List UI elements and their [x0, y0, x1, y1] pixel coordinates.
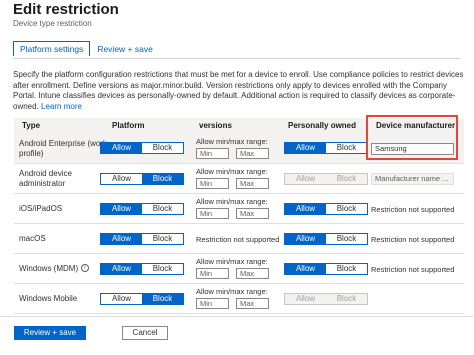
max-version-input[interactable]: Max [236, 208, 269, 219]
platform-toggle[interactable]: Allow Block [100, 203, 184, 215]
cancel-button[interactable]: Cancel [122, 326, 168, 340]
table-row: Windows Mobile Allow Block Allow min/max… [14, 284, 464, 314]
review-save-button[interactable]: Review + save [14, 326, 86, 340]
restriction-not-supported: Restriction not supported [371, 235, 455, 244]
restriction-not-supported: Restriction not supported [196, 235, 280, 244]
platform-toggle[interactable]: Allow Block [100, 142, 184, 154]
min-version-input[interactable]: Min [196, 208, 229, 219]
version-range-label: Allow min/max range: [196, 257, 268, 266]
manufacturer-input: Manufacturer name ... [371, 173, 454, 185]
tab-divider [13, 58, 461, 59]
page-subtitle: Device type restriction [13, 19, 92, 28]
header-personally-owned: Personally owned [288, 121, 357, 130]
table-row: iOS/iPadOS Allow Block Allow min/max ran… [14, 194, 464, 224]
page-title: Edit restriction [13, 1, 119, 18]
row-type: macOS [19, 234, 46, 243]
version-range-label: Allow min/max range: [196, 197, 268, 206]
personally-owned-toggle[interactable]: Allow Block [284, 142, 368, 154]
min-version-input[interactable]: Min [196, 298, 229, 309]
tab-platform-settings[interactable]: Platform settings [13, 41, 91, 56]
row-type: iOS/iPadOS [19, 204, 63, 213]
description: Specify the platform configuration restr… [13, 70, 465, 112]
max-version-input[interactable]: Max [236, 268, 269, 279]
personally-owned-toggle: Allow Block [284, 293, 368, 305]
personally-owned-toggle: Allow Block [284, 173, 368, 185]
restriction-not-supported: Restriction not supported [371, 205, 455, 214]
version-range-label: Allow min/max range: [196, 167, 268, 176]
personally-owned-toggle[interactable]: Allow Block [284, 233, 368, 245]
table-row: macOS Allow Block Restriction not suppor… [14, 224, 464, 254]
highlight-box [366, 115, 458, 160]
header-type: Type [22, 121, 41, 130]
min-version-input[interactable]: Min [196, 178, 229, 189]
footer-divider [0, 316, 474, 317]
personally-owned-toggle[interactable]: Allow Block [284, 263, 368, 275]
info-icon[interactable]: i [81, 264, 89, 272]
learn-more-link[interactable]: Learn more [41, 102, 82, 111]
platform-toggle[interactable]: Allow Block [100, 173, 184, 185]
version-range-label: Allow min/max range: [196, 137, 268, 146]
header-platform: Platform [112, 121, 145, 130]
platform-toggle[interactable]: Allow Block [100, 263, 184, 275]
row-type: Android device administrator [19, 169, 72, 188]
table-row: Windows (MDM) i Allow Block Allow min/ma… [14, 254, 464, 284]
restriction-not-supported: Restriction not supported [371, 265, 455, 274]
max-version-input[interactable]: Max [236, 148, 269, 159]
max-version-input[interactable]: Max [236, 178, 269, 189]
header-versions: versions [199, 121, 232, 130]
table-row: Android device administrator Allow Block… [14, 164, 464, 194]
min-version-input[interactable]: Min [196, 268, 229, 279]
personally-owned-toggle[interactable]: Allow Block [284, 203, 368, 215]
row-type: Windows (MDM) [19, 264, 79, 273]
min-version-input[interactable]: Min [196, 148, 229, 159]
tab-review-save[interactable]: Review + save [90, 41, 160, 56]
platform-toggle[interactable]: Allow Block [100, 293, 184, 305]
version-range-label: Allow min/max range: [196, 287, 268, 296]
tab-bar: Platform settings Review + save [13, 41, 160, 59]
platform-toggle[interactable]: Allow Block [100, 233, 184, 245]
row-type: Windows Mobile [19, 294, 78, 303]
max-version-input[interactable]: Max [236, 298, 269, 309]
